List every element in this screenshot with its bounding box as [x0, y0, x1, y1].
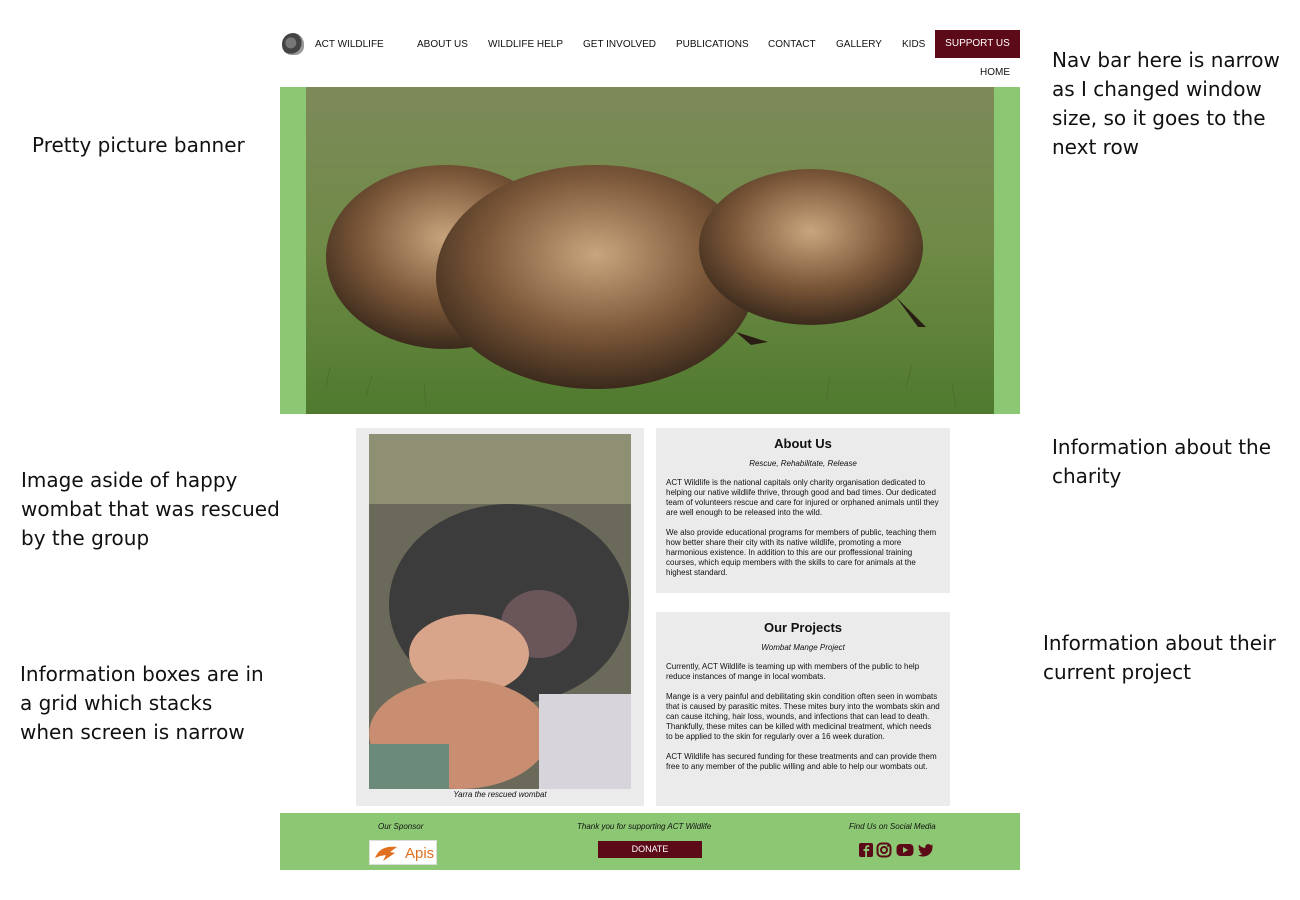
facebook-icon[interactable]: [858, 842, 874, 858]
annotation-aside: Image aside of happy wombat that was res…: [21, 468, 280, 550]
nav-get-involved[interactable]: GET INVOLVED: [583, 39, 656, 50]
nav-contact[interactable]: CONTACT: [768, 39, 816, 50]
projects-paragraph-3: ACT Wildlife has secured funding for the…: [666, 752, 937, 771]
annotation-project: Information about their current project: [1043, 631, 1276, 684]
nav-publications[interactable]: PUBLICATIONS: [676, 39, 749, 50]
instagram-icon[interactable]: [876, 842, 892, 858]
youtube-icon[interactable]: [896, 842, 914, 858]
wombat-caption: Yarra the rescued wombat: [453, 790, 547, 799]
projects-subtitle: Wombat Mange Project: [761, 643, 845, 652]
social-label: Find Us on Social Media: [849, 822, 936, 831]
sponsor-name: Apis: [405, 845, 435, 862]
annotation-grid: Information boxes are in a grid which st…: [20, 662, 264, 744]
annotation-charity: Information about the charity: [1052, 435, 1272, 488]
footer: Our Sponsor Apis Thank you for supportin…: [280, 813, 1020, 870]
annotation-banner: Pretty picture banner: [32, 133, 245, 157]
twitter-icon[interactable]: [918, 842, 934, 858]
projects-paragraph-2: Mange is a very painful and debilitating…: [666, 692, 940, 741]
brand-link[interactable]: ACT WILDLIFE: [315, 39, 384, 50]
projects-title: Our Projects: [763, 620, 843, 635]
about-card: About Us Rescue, Rehabilitate, Release A…: [656, 428, 950, 593]
nav-gallery[interactable]: GALLERY: [836, 39, 882, 50]
annotation-nav: Nav bar here is narrow as I changed wind…: [1052, 48, 1280, 159]
hero-banner: [280, 87, 1020, 414]
about-paragraph-2: We also provide educational programs for…: [666, 528, 937, 577]
nav-home[interactable]: HOME: [980, 67, 1010, 78]
nav-wildlife-help[interactable]: WILDLIFE HELP: [488, 39, 563, 50]
about-paragraph-1: ACT Wildlife is the national capitals on…: [666, 478, 939, 517]
apis-bull-icon: [375, 846, 397, 861]
nav-kids[interactable]: KIDS: [902, 39, 925, 50]
about-title: About Us: [774, 436, 832, 451]
support-us-button[interactable]: SUPPORT US: [935, 30, 1020, 58]
echidna-logo-icon[interactable]: [282, 33, 304, 55]
wombat-aside: Yarra the rescued wombat: [356, 428, 644, 806]
about-subtitle: Rescue, Rehabilitate, Release: [749, 459, 857, 468]
echidna-banner-image: [306, 87, 994, 414]
nav-bar: ACT WILDLIFE ABOUT US WILDLIFE HELP GET …: [280, 30, 1020, 88]
projects-card: Our Projects Wombat Mange Project Curren…: [656, 612, 950, 806]
nav-about-us[interactable]: ABOUT US: [417, 39, 468, 50]
wombat-image: [369, 434, 631, 789]
thanks-text: Thank you for supporting ACT Wildlife: [577, 822, 712, 831]
donate-button[interactable]: DONATE: [598, 841, 702, 858]
projects-paragraph-1: Currently, ACT Wildlife is teaming up wi…: [666, 662, 920, 681]
sponsor-logo[interactable]: Apis: [369, 840, 437, 865]
sponsor-label: Our Sponsor: [378, 822, 424, 831]
